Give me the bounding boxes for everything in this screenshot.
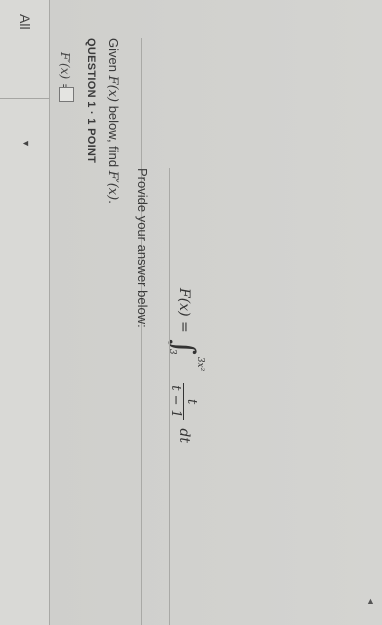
answer-instruction: Provide your answer below:	[135, 168, 150, 328]
integrand-fraction: tt − 1	[169, 383, 200, 420]
integral-formula: F(x) = ∫ 3x² 3 tt − 1 dt	[166, 288, 208, 443]
corner-mark: ▲	[366, 596, 375, 606]
differential: dt	[176, 428, 192, 443]
prompt-suffix: .	[106, 200, 121, 204]
prompt-mid: below, find	[106, 102, 121, 171]
answer-input[interactable]	[59, 87, 74, 102]
numerator: t	[183, 383, 200, 420]
prompt-prefix: Given	[106, 38, 121, 76]
question-page: All ▼ QUESTION 1 · 1 POINT Given F(x) be…	[0, 0, 382, 625]
question-prompt: Given F(x) below, find F′(x).	[105, 38, 121, 204]
upper-limit: 3x²	[195, 356, 205, 372]
denominator: t − 1	[168, 385, 184, 418]
filter-bar	[0, 0, 50, 625]
answer-divider	[169, 168, 170, 625]
formula-lhs: F(x) =	[176, 288, 192, 333]
integral-limits: 3x² 3	[167, 349, 205, 379]
divider	[141, 38, 142, 625]
question-header: QUESTION 1 · 1 POINT	[85, 38, 97, 164]
question-panel	[50, 0, 382, 625]
prompt-fx: F(x)	[105, 75, 120, 103]
prompt-fpx: F′(x)	[105, 170, 120, 201]
filter-divider	[0, 98, 50, 99]
filter-dropdown-label[interactable]: All	[17, 14, 33, 30]
chevron-down-icon[interactable]: ▼	[21, 139, 31, 148]
